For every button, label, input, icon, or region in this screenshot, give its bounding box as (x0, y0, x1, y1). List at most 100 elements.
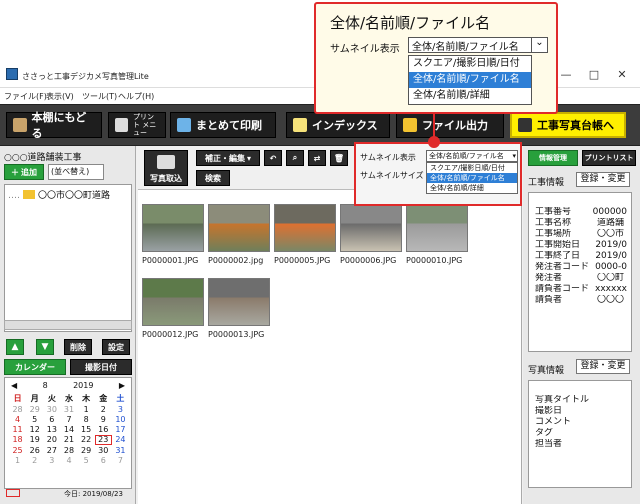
photo-thumbnail[interactable] (340, 204, 402, 252)
calendar-day[interactable]: 5 (78, 456, 95, 465)
calendar-day[interactable]: 10 (112, 415, 129, 424)
move-up-button[interactable]: ▲ (6, 339, 24, 355)
calendar-day[interactable]: 28 (60, 446, 77, 455)
photo-thumbnail[interactable] (142, 278, 204, 326)
calendar-day[interactable]: 1 (9, 456, 26, 465)
calendar-day[interactable]: 27 (43, 446, 60, 455)
photo-register-button[interactable]: 登録・変更 (576, 359, 630, 374)
photo-thumbnail[interactable] (406, 204, 468, 252)
calendar-day[interactable]: 17 (112, 425, 129, 434)
calendar-day[interactable]: 15 (78, 425, 95, 434)
dropdown-option[interactable]: スクエア/撮影日順/日付 (409, 56, 531, 72)
dropdown-option[interactable]: スクエア/撮影日順/日付 (427, 163, 517, 173)
prev-month-icon[interactable]: ◀ (11, 381, 17, 390)
batch-print-button[interactable]: まとめて印刷 (170, 112, 276, 138)
calendar-day[interactable]: 13 (43, 425, 60, 434)
tab-shoot-date[interactable]: 撮影日付 (70, 359, 132, 375)
tree-hscrollbar[interactable] (4, 320, 132, 330)
edit-menu-button[interactable]: 補正・編集 ▾ (196, 150, 260, 166)
work-register-button[interactable]: 登録・変更 (576, 172, 630, 187)
menu-help[interactable]: ヘルプ(H) (118, 91, 154, 102)
index-button[interactable]: インデックス (286, 112, 390, 138)
calendar-day[interactable]: 26 (26, 446, 43, 455)
menu-file[interactable]: ファイル(F) (4, 91, 47, 102)
maximize-button[interactable]: □ (584, 67, 604, 83)
tab-print-list[interactable]: プリントリスト (582, 150, 636, 166)
photo-item[interactable]: P0000001.JPG (142, 204, 206, 265)
calendar-day[interactable]: 20 (43, 435, 60, 445)
rotate-button[interactable]: ↶ (264, 150, 282, 166)
calendar-day[interactable]: 9 (95, 415, 112, 424)
calendar-day[interactable]: 30 (95, 446, 112, 455)
calendar-day[interactable]: 2 (26, 456, 43, 465)
tab-calendar[interactable]: カレンダー (4, 359, 66, 375)
calendar-day[interactable]: 28 (9, 405, 26, 414)
photo-item[interactable]: P0000002.jpg (208, 204, 272, 265)
dropdown-option[interactable]: 全体/名前順/詳細 (427, 183, 517, 193)
file-output-button[interactable]: ファイル出力 (396, 112, 504, 138)
search-button[interactable]: 検索 (196, 170, 230, 186)
photo-thumbnail[interactable] (208, 278, 270, 326)
calendar-day[interactable]: 24 (112, 435, 129, 445)
swap-button[interactable]: ⇄ (308, 150, 326, 166)
sort-select[interactable]: (並べ替え) (48, 164, 104, 180)
calendar-day[interactable]: 31 (60, 405, 77, 414)
calendar-day[interactable]: 2 (95, 405, 112, 414)
minimize-button[interactable]: — (556, 67, 576, 83)
zoom-button[interactable]: ⌕ (286, 150, 304, 166)
next-month-icon[interactable]: ▶ (119, 381, 125, 390)
photo-item[interactable]: P0000012.JPG (142, 278, 206, 339)
dropdown-option[interactable]: 全体/名前順/詳細 (409, 88, 531, 104)
calendar-day[interactable]: 25 (9, 446, 26, 455)
tab-info[interactable]: 情報管理 (528, 150, 578, 166)
calendar-day[interactable]: 3 (112, 405, 129, 414)
photo-item[interactable]: P0000006.JPG (340, 204, 404, 265)
calendar-day[interactable]: 12 (26, 425, 43, 434)
calendar-day[interactable]: 11 (9, 425, 26, 434)
calendar-day[interactable]: 29 (78, 446, 95, 455)
calendar-day[interactable]: 14 (60, 425, 77, 434)
calendar-day[interactable]: 30 (43, 405, 60, 414)
calendar-day[interactable]: 22 (78, 435, 95, 445)
photo-item[interactable]: P0000013.JPG (208, 278, 272, 339)
calendar-day[interactable]: 8 (78, 415, 95, 424)
calendar-day[interactable]: 6 (95, 456, 112, 465)
back-to-shelf-button[interactable]: 本棚にもどる (6, 111, 102, 140)
calendar-day[interactable]: 5 (26, 415, 43, 424)
dropdown-option[interactable]: 全体/名前順/ファイル名 (427, 173, 517, 183)
photo-thumbnail[interactable] (142, 204, 204, 252)
print-menu-button[interactable]: プリント メニュー (108, 112, 166, 138)
calendar-day[interactable]: 23 (94, 435, 112, 445)
move-down-button[interactable]: ▼ (36, 339, 54, 355)
settings-button[interactable]: 設定 (102, 339, 130, 355)
calendar-day[interactable]: 1 (78, 405, 95, 414)
calendar-day[interactable]: 3 (43, 456, 60, 465)
delete-button[interactable]: 削除 (64, 339, 92, 355)
photo-thumbnail[interactable] (274, 204, 336, 252)
trash-button[interactable]: 🗑 (330, 150, 348, 166)
photo-item[interactable]: P0000005.JPG (274, 204, 338, 265)
calendar-day[interactable]: 19 (26, 435, 43, 445)
calendar-day[interactable]: 4 (9, 415, 26, 424)
photo-item[interactable]: P0000010.JPG (406, 204, 470, 265)
photo-thumbnail[interactable] (208, 204, 270, 252)
import-photos-button[interactable]: 写真取込 (144, 150, 188, 186)
calendar-day[interactable]: 7 (112, 456, 129, 465)
calendar-day[interactable]: 31 (112, 446, 129, 455)
calendar-day[interactable]: 29 (26, 405, 43, 414)
calendar-day[interactable]: 21 (60, 435, 77, 445)
add-button[interactable]: ＋ 追加 (4, 164, 44, 180)
calendar-day[interactable]: 6 (43, 415, 60, 424)
calendar-day[interactable]: 4 (60, 456, 77, 465)
calendar-day[interactable]: 7 (60, 415, 77, 424)
menu-view[interactable]: 表示(V) (46, 91, 74, 102)
tree-item[interactable]: ‥‥ 〇〇市〇〇町道路 (8, 188, 130, 201)
calendar-day[interactable]: 16 (95, 425, 112, 434)
callout-display-select[interactable]: 全体/名前順/ファイル名 ⌄ (408, 37, 548, 53)
thumb-display-select[interactable]: 全体/名前順/ファイル名 ▾ (426, 150, 518, 162)
calendar-day[interactable]: 18 (9, 435, 26, 445)
photo-ledger-button[interactable]: 工事写真台帳へ (510, 112, 626, 138)
menu-tools[interactable]: ツール(T) (82, 91, 117, 102)
close-button[interactable]: ✕ (612, 67, 632, 83)
dropdown-option[interactable]: 全体/名前順/ファイル名 (409, 72, 531, 88)
